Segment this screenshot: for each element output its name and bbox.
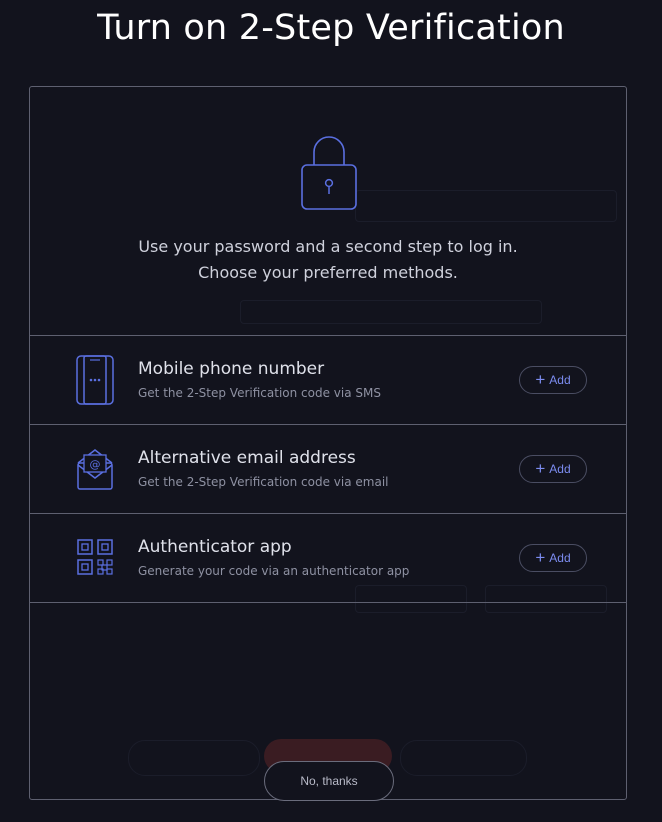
envelope-icon: @ <box>77 449 113 490</box>
add-authenticator-app-button[interactable]: + Add <box>519 544 587 572</box>
add-button-label: Add <box>549 373 571 387</box>
method-description: Get the 2-Step Verification code via SMS <box>138 386 381 400</box>
add-button-label: Add <box>549 462 571 476</box>
hero-section: Use your password and a second step to l… <box>30 87 626 335</box>
plus-icon: + <box>535 459 546 478</box>
method-title: Alternative email address <box>138 448 356 468</box>
add-button-label: Add <box>549 551 571 565</box>
method-alternative-email: @ Alternative email address Get the 2-St… <box>30 424 626 513</box>
mobile-phone-icon <box>76 355 114 405</box>
plus-icon: + <box>535 370 546 389</box>
hero-description-line1: Use your password and a second step to l… <box>138 237 518 256</box>
svg-text:@: @ <box>90 458 101 471</box>
method-authenticator-app: Authenticator app Generate your code via… <box>30 513 626 603</box>
no-thanks-button[interactable]: No, thanks <box>264 761 394 801</box>
method-title: Mobile phone number <box>138 359 325 379</box>
method-mobile-phone: Mobile phone number Get the 2-Step Verif… <box>30 335 626 424</box>
add-alternative-email-button[interactable]: + Add <box>519 455 587 483</box>
add-mobile-phone-button[interactable]: + Add <box>519 366 587 394</box>
method-title: Authenticator app <box>138 537 292 557</box>
method-description: Get the 2-Step Verification code via ema… <box>138 475 389 489</box>
two-step-verification-dialog: Use your password and a second step to l… <box>29 86 627 800</box>
qr-code-icon <box>77 539 113 575</box>
lock-icon <box>301 136 357 210</box>
plus-icon: + <box>535 548 546 567</box>
hero-description-line2: Choose your preferred methods. <box>198 263 458 282</box>
page-title: Turn on 2-Step Verification <box>97 8 565 48</box>
method-description: Generate your code via an authenticator … <box>138 564 410 578</box>
